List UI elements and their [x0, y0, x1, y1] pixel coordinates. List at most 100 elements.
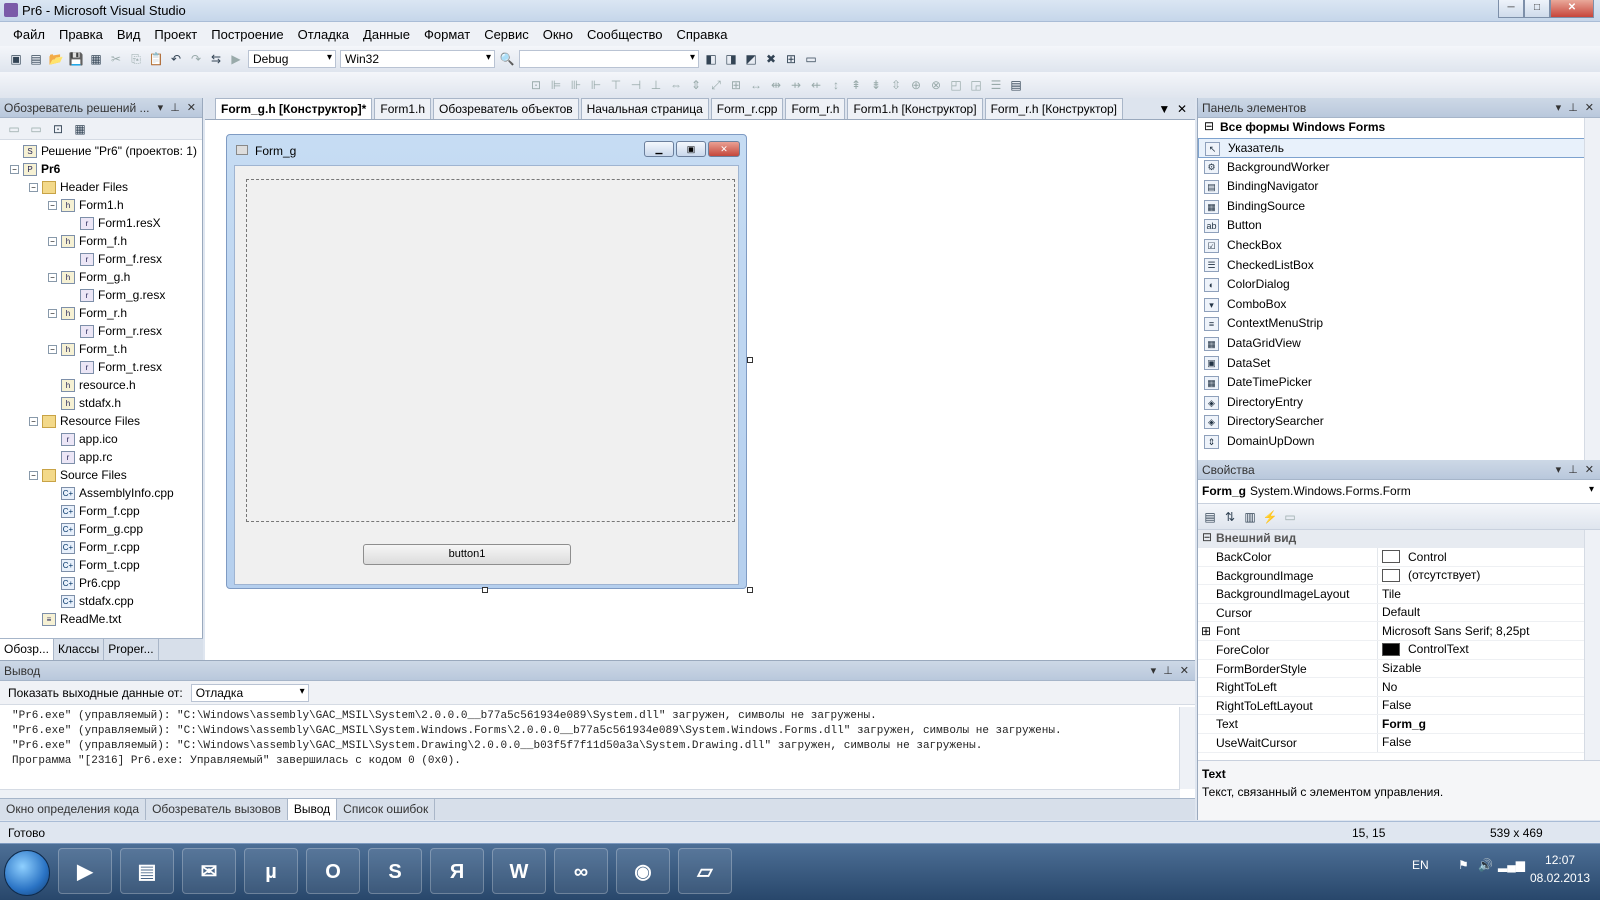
doc-tab[interactable]: Form_r.h — [785, 98, 846, 119]
tab-property-manager[interactable]: Proper... — [104, 639, 159, 660]
object-selector[interactable]: Form_g System.Windows.Forms.Form ▾ — [1198, 480, 1600, 504]
align-tops-icon[interactable]: ⊤ — [608, 77, 624, 93]
opera-icon[interactable]: O — [306, 848, 360, 894]
toolbox-item[interactable]: ◈ DirectorySearcher — [1198, 412, 1600, 432]
start-page-icon[interactable]: ⊞ — [783, 51, 799, 67]
increase-vspacing-icon[interactable]: ⇞ — [848, 77, 864, 93]
toolbox-item[interactable]: ◈ DirectoryEntry — [1198, 393, 1600, 413]
tree-node[interactable]: C+ Form_g.cpp — [0, 520, 200, 538]
collapse-icon[interactable]: − — [29, 417, 38, 427]
pin-icon[interactable]: ⊥ — [1568, 101, 1578, 114]
minimize-button[interactable]: ─ — [1498, 0, 1524, 18]
toolbox-item[interactable]: ⇕ DomainUpDown — [1198, 432, 1600, 452]
toolbox-item[interactable]: ab Button — [1198, 216, 1600, 236]
command-window-icon[interactable]: ▭ — [803, 51, 819, 67]
tree-node[interactable]: − h Form_r.h — [0, 304, 200, 322]
property-value[interactable]: No — [1378, 678, 1600, 696]
empty-container[interactable] — [246, 179, 735, 522]
tree-node[interactable]: C+ AssemblyInfo.cpp — [0, 484, 200, 502]
toolbox-item[interactable]: ↖ Указатель — [1198, 138, 1600, 158]
horizontal-spacing-icon[interactable]: ↔ — [748, 77, 764, 93]
notes-icon[interactable]: ▱ — [678, 848, 732, 894]
mail-icon[interactable]: ✉ — [182, 848, 236, 894]
property-row[interactable]: RightToLeft No — [1198, 678, 1600, 697]
same-width-icon[interactable]: ⇔ — [668, 77, 684, 93]
toolbox-item[interactable]: ▣ DataSet — [1198, 354, 1600, 374]
start-debug-icon[interactable]: ▶ — [228, 51, 244, 67]
tree-node[interactable]: r Form_g.resx — [0, 286, 200, 304]
tab-call-browser[interactable]: Обозреватель вызовов — [146, 799, 288, 820]
tree-node[interactable]: − Resource Files — [0, 412, 200, 430]
toolbox-item[interactable]: ≡ ContextMenuStrip — [1198, 314, 1600, 334]
doc-tab[interactable]: Form1.h — [374, 98, 432, 119]
menu-item[interactable]: Сообщество — [580, 27, 670, 42]
view-class-diagram-icon[interactable]: ▦ — [72, 121, 88, 137]
center-horizontally-icon[interactable]: ⊕ — [908, 77, 924, 93]
object-browser-icon[interactable]: ◩ — [743, 51, 759, 67]
pin-icon[interactable]: ⊥ — [170, 101, 180, 114]
same-size-icon[interactable]: ⤢ — [708, 77, 724, 93]
property-row[interactable]: UseWaitCursor False — [1198, 733, 1600, 753]
menu-item[interactable]: Окно — [536, 27, 580, 42]
property-value[interactable]: ControlText — [1378, 641, 1600, 659]
remove-vspacing-icon[interactable]: ⇳ — [888, 77, 904, 93]
close-icon[interactable]: ✕ — [1180, 664, 1189, 677]
tab-list-icon[interactable]: ▼ — [1158, 102, 1170, 116]
show-all-files-icon[interactable]: ▭ — [28, 121, 44, 137]
find-combo[interactable] — [519, 50, 699, 68]
tree-node[interactable]: h resource.h — [0, 376, 200, 394]
events-icon[interactable]: ⚡ — [1262, 509, 1278, 525]
property-row[interactable]: RightToLeftLayout False — [1198, 696, 1600, 716]
flag-icon[interactable]: ⚑ — [1458, 858, 1469, 872]
output-text[interactable]: "Pr6.exe" (управляемый): "C:\Windows\ass… — [0, 707, 1180, 787]
tab-code-definition[interactable]: Окно определения кода — [0, 799, 147, 820]
resize-handle-right[interactable] — [747, 357, 753, 363]
skype-icon[interactable]: S — [368, 848, 422, 894]
menu-item[interactable]: Файл — [6, 27, 52, 42]
navigate-icon[interactable]: ⇆ — [208, 51, 224, 67]
volume-icon[interactable]: 🔊 — [1478, 858, 1493, 872]
menu-item[interactable]: Данные — [356, 27, 417, 42]
expand-icon[interactable]: ⊞ — [1201, 622, 1211, 641]
same-height-icon[interactable]: ⇕ — [688, 77, 704, 93]
utorrent-icon[interactable]: µ — [244, 848, 298, 894]
tree-node[interactable]: C+ Form_t.cpp — [0, 556, 200, 574]
align-lefts-icon[interactable]: ⊫ — [548, 77, 564, 93]
explorer-icon[interactable]: ▤ — [120, 848, 174, 894]
tree-node[interactable]: − h Form1.h — [0, 196, 200, 214]
tree-node[interactable]: r app.ico — [0, 430, 200, 448]
tree-node[interactable]: h stdafx.h — [0, 394, 200, 412]
collapse-icon[interactable]: − — [29, 471, 38, 481]
dropdown-icon[interactable]: ▾ — [1556, 463, 1562, 476]
chevron-down-icon[interactable]: ▾ — [1589, 484, 1594, 495]
yandex-icon[interactable]: Я — [430, 848, 484, 894]
platform-combo[interactable]: Win32 — [340, 50, 495, 68]
tree-node[interactable]: − Header Files — [0, 178, 200, 196]
undo-icon[interactable]: ↶ — [168, 51, 184, 67]
toolbox-item[interactable]: ☑ CheckBox — [1198, 236, 1600, 256]
output-vscrollbar[interactable] — [1179, 707, 1195, 789]
align-rights-icon[interactable]: ⊩ — [588, 77, 604, 93]
collapse-icon[interactable]: − — [48, 345, 57, 355]
tree-node[interactable]: C+ stdafx.cpp — [0, 592, 200, 610]
toolbox-item[interactable]: ◐ ColorDialog — [1198, 275, 1600, 295]
doc-tab[interactable]: Form_r.h [Конструктор] — [984, 98, 1123, 119]
doc-tab[interactable]: Form_g.h [Конструктор]* — [215, 98, 373, 119]
dropdown-icon[interactable]: ▾ — [1556, 101, 1562, 114]
toolbox-scrollbar[interactable] — [1584, 118, 1600, 460]
output-source-select[interactable]: Отладка — [190, 683, 309, 702]
close-icon[interactable]: ✕ — [187, 101, 196, 114]
properties-view-icon[interactable]: ▥ — [1242, 509, 1258, 525]
collapse-icon[interactable]: − — [48, 201, 57, 211]
tree-node[interactable]: − P Pr6 — [0, 160, 200, 178]
collapse-icon[interactable]: − — [48, 237, 57, 247]
decrease-vspacing-icon[interactable]: ⇟ — [868, 77, 884, 93]
tree-node[interactable]: − Source Files — [0, 466, 200, 484]
property-value[interactable]: Sizable — [1378, 660, 1600, 678]
vertical-spacing-icon[interactable]: ↕ — [828, 77, 844, 93]
property-value[interactable]: Tile — [1378, 585, 1600, 603]
property-value[interactable]: (отсутствует) — [1378, 567, 1600, 585]
increase-hspacing-icon[interactable]: ⇹ — [768, 77, 784, 93]
tree-node[interactable]: − h Form_g.h — [0, 268, 200, 286]
pin-icon[interactable]: ⊥ — [1163, 664, 1173, 677]
